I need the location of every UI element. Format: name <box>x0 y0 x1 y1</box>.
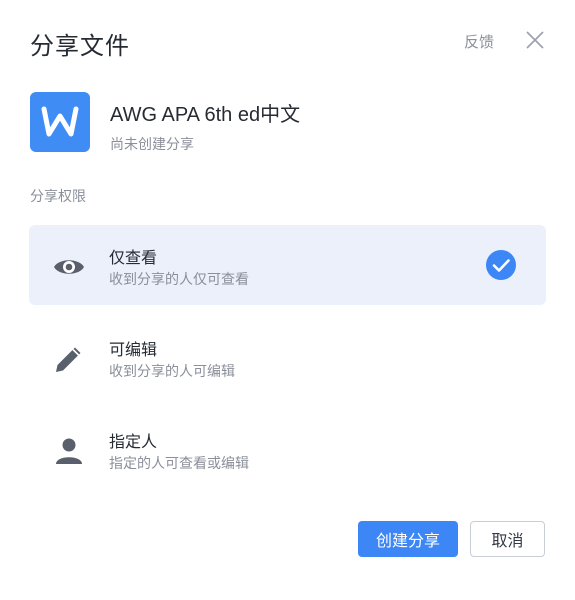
option-specific-people[interactable]: 指定人 指定的人可查看或编辑 <box>29 409 546 489</box>
section-label-permissions: 分享权限 <box>30 188 86 204</box>
option-description: 收到分享的人可编辑 <box>109 363 235 379</box>
option-title: 仅查看 <box>109 250 158 267</box>
option-description: 收到分享的人仅可查看 <box>109 271 249 287</box>
check-circle-icon <box>486 250 516 280</box>
close-icon[interactable] <box>524 29 546 51</box>
option-description: 指定的人可查看或编辑 <box>109 455 249 471</box>
option-view-only[interactable]: 仅查看 收到分享的人仅可查看 <box>29 225 546 305</box>
option-title: 指定人 <box>109 434 158 451</box>
cancel-button[interactable]: 取消 <box>470 521 545 557</box>
option-title: 可编辑 <box>109 342 158 359</box>
person-icon <box>51 433 87 469</box>
share-status: 尚未创建分享 <box>110 136 194 152</box>
eye-icon <box>51 249 87 285</box>
word-doc-icon <box>30 92 90 152</box>
dialog-title: 分享文件 <box>30 33 130 60</box>
file-name: AWG APA 6th ed中文 <box>110 104 301 126</box>
option-editable[interactable]: 可编辑 收到分享的人可编辑 <box>29 317 546 397</box>
pencil-icon <box>51 341 87 377</box>
create-share-button[interactable]: 创建分享 <box>358 521 458 557</box>
feedback-link[interactable]: 反馈 <box>464 31 494 52</box>
